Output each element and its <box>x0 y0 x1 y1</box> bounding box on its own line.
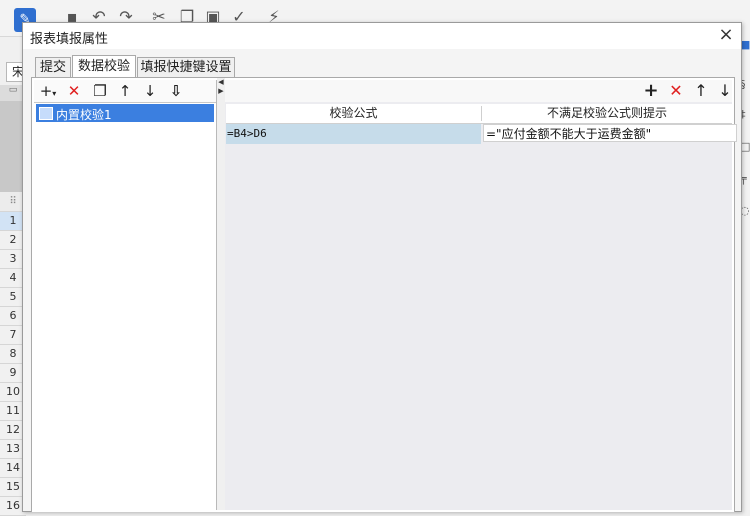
delete-icon[interactable]: ✕ <box>666 81 686 101</box>
copy-icon[interactable]: ❐ <box>90 81 110 101</box>
collapse-right-icon[interactable]: ▶ <box>217 87 225 95</box>
arrow-down-icon[interactable]: ↓ <box>140 81 160 101</box>
message-cell[interactable]: ="应付金额不能大于运费金额" <box>483 124 737 142</box>
add-dropdown-icon[interactable]: +▾ <box>35 81 61 101</box>
grid-toolbar: + ✕ ↑ ↓ <box>225 80 732 102</box>
collapse-left-icon[interactable]: ◀ <box>217 78 225 86</box>
validation-list-pane: +▾ ✕ ❐ ↑ ↓ ⇩ 内置校验1 <box>34 80 217 510</box>
arrow-down-icon[interactable]: ↓ <box>715 81 735 101</box>
close-icon[interactable]: × <box>717 26 735 44</box>
formula-grid-pane: + ✕ ↑ ↓ 校验公式 不满足校验公式则提示 =B4>D6 ="应付金额不能大… <box>225 80 737 510</box>
list-item-label: 内置校验1 <box>56 108 112 122</box>
tab-submit[interactable]: 提交 <box>35 57 71 77</box>
arrow-up-icon[interactable]: ↑ <box>691 81 711 101</box>
fill-properties-dialog: 报表填报属性 × 提交 数据校验 填报快捷键设置 +▾ ✕ ❐ ↑ ↓ ⇩ 内置… <box>22 22 742 512</box>
tab-shortcut-settings[interactable]: 填报快捷键设置 <box>137 57 235 77</box>
list-item[interactable]: 内置校验1 <box>36 104 214 122</box>
move-bottom-icon[interactable]: ⇩ <box>166 81 186 101</box>
list-toolbar: +▾ ✕ ❐ ↑ ↓ ⇩ <box>34 80 216 103</box>
dialog-title: 报表填报属性 <box>30 32 109 47</box>
dialog-titlebar[interactable]: 报表填报属性 × <box>23 23 741 49</box>
arrow-up-icon[interactable]: ↑ <box>115 81 135 101</box>
validation-item-icon <box>39 107 53 120</box>
pane-splitter[interactable]: ◀ ▶ <box>217 78 225 510</box>
validation-panel: +▾ ✕ ❐ ↑ ↓ ⇩ 内置校验1 ◀ ▶ + ✕ ↑ ↓ 校验公式 不满足校… <box>31 77 737 512</box>
column-header-message[interactable]: 不满足校验公式则提示 <box>482 104 732 123</box>
tab-data-validation[interactable]: 数据校验 <box>72 55 136 78</box>
add-icon[interactable]: + <box>641 81 661 101</box>
column-header-formula[interactable]: 校验公式 <box>226 104 481 123</box>
delete-icon[interactable]: ✕ <box>64 81 84 101</box>
formula-cell[interactable]: =B4>D6 <box>226 124 481 144</box>
table-row[interactable]: =B4>D6 ="应付金额不能大于运费金额" <box>226 124 737 144</box>
grid-header: 校验公式 不满足校验公式则提示 <box>226 104 732 124</box>
